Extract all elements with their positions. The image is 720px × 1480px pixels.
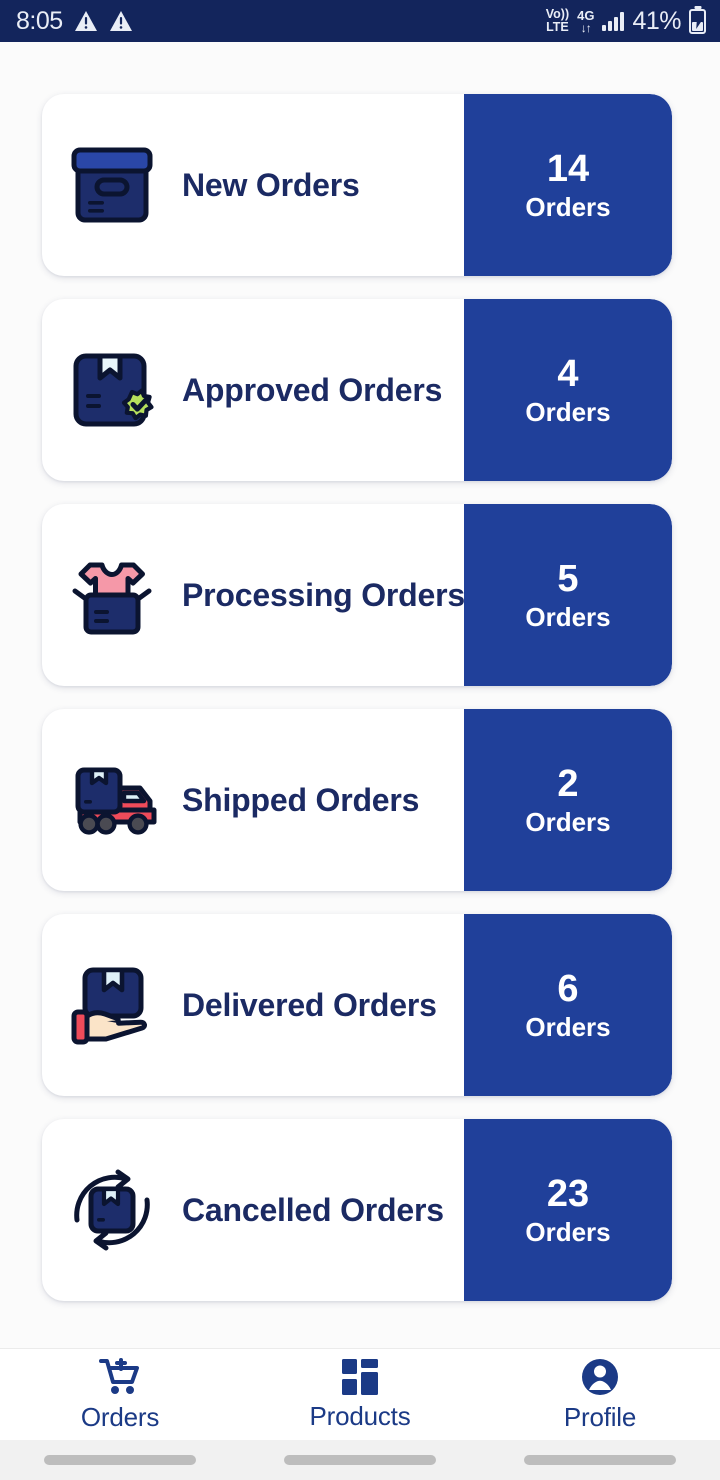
archive-box-icon — [42, 94, 182, 276]
order-count-panel: 23 Orders — [464, 1119, 672, 1301]
order-count-unit: Orders — [525, 1216, 611, 1247]
order-count-number: 23 — [546, 1172, 590, 1215]
bottom-navigation-bar: Orders Products Profile — [0, 1348, 720, 1440]
order-count-panel: 2 Orders — [464, 709, 672, 891]
order-card-delivered-orders[interactable]: Delivered Orders 6 Orders — [42, 914, 672, 1096]
order-count-panel: 14 Orders — [464, 94, 672, 276]
order-count-panel: 6 Orders — [464, 914, 672, 1096]
volte-bottom-text: LTE — [546, 20, 569, 34]
volte-indicator: Vo)) LTE — [546, 8, 569, 34]
box-return-arrows-icon — [42, 1119, 182, 1301]
gesture-pill-home[interactable] — [240, 1455, 480, 1465]
status-time: 8:05 — [16, 6, 63, 35]
grid-squares-icon — [341, 1358, 379, 1396]
order-count-number: 4 — [557, 352, 579, 395]
delivery-truck-icon — [42, 709, 182, 891]
nav-label-profile: Profile — [563, 1401, 637, 1432]
status-bar-right: Vo)) LTE 4G ↓↑ 41% — [546, 7, 706, 36]
order-count-unit: Orders — [525, 601, 611, 632]
nav-item-orders[interactable]: Orders — [0, 1357, 240, 1433]
order-count-number: 2 — [557, 762, 579, 805]
order-card-processing-orders[interactable]: Processing Orders 5 Orders — [42, 504, 672, 686]
battery-charging-icon — [689, 8, 706, 34]
order-count-panel: 5 Orders — [464, 504, 672, 686]
nav-item-profile[interactable]: Profile — [480, 1357, 720, 1433]
order-count-number: 14 — [546, 147, 590, 190]
order-count-unit: Orders — [525, 396, 611, 427]
system-gesture-bar — [0, 1440, 720, 1480]
order-count-unit: Orders — [525, 191, 611, 222]
nav-item-products[interactable]: Products — [240, 1358, 480, 1432]
open-box-shirt-icon — [42, 504, 182, 686]
status-bar-left: 8:05 — [16, 7, 133, 36]
order-count-number: 5 — [557, 557, 579, 600]
status-bar: 8:05 Vo)) LTE 4G ↓↑ 41% — [0, 0, 720, 42]
nav-label-products: Products — [309, 1400, 411, 1431]
hand-package-icon — [42, 914, 182, 1096]
phone-screen: 8:05 Vo)) LTE 4G ↓↑ 41% New Orders 14 Or… — [0, 0, 720, 1480]
person-circle-icon — [580, 1357, 620, 1397]
nav-label-orders: Orders — [80, 1401, 160, 1432]
order-card-cancelled-orders[interactable]: Cancelled Orders 23 Orders — [42, 1119, 672, 1301]
battery-percent-text: 41% — [632, 6, 681, 35]
network-indicator: 4G ↓↑ — [577, 9, 594, 34]
signal-bars-icon — [602, 11, 625, 31]
order-card-new-orders[interactable]: New Orders 14 Orders — [42, 94, 672, 276]
order-card-approved-orders[interactable]: Approved Orders 4 Orders — [42, 299, 672, 481]
warning-triangle-icon — [109, 10, 133, 32]
data-transfer-arrows-icon: ↓↑ — [580, 20, 592, 35]
orders-card-list: New Orders 14 Orders Approved Orders 4 O… — [0, 42, 720, 1348]
order-card-shipped-orders[interactable]: Shipped Orders 2 Orders — [42, 709, 672, 891]
order-count-unit: Orders — [525, 806, 611, 837]
order-count-panel: 4 Orders — [464, 299, 672, 481]
order-count-number: 6 — [557, 967, 579, 1010]
box-approved-icon — [42, 299, 182, 481]
network-type-text: 4G — [577, 7, 595, 23]
warning-triangle-icon — [74, 10, 98, 32]
gesture-pill-recents[interactable] — [480, 1455, 720, 1465]
gesture-pill-back[interactable] — [0, 1455, 240, 1465]
order-count-unit: Orders — [525, 1011, 611, 1042]
shopping-cart-icon — [99, 1357, 141, 1397]
